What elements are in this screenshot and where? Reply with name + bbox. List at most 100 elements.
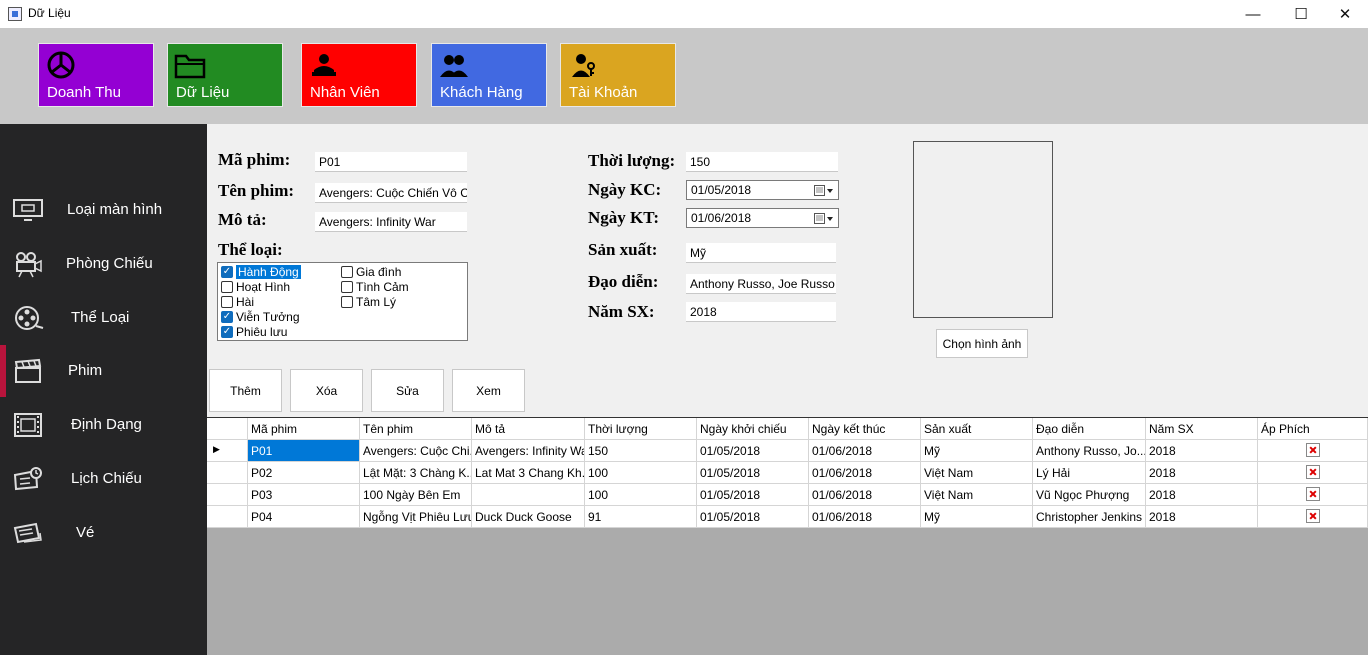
grid-cell[interactable]: 01/06/2018 [809, 484, 921, 506]
minimize-button[interactable]: — [1230, 0, 1276, 28]
sidebar-item-loai-man-hinh[interactable]: Loại màn hình [0, 184, 207, 236]
table-row[interactable]: P03 100 Ngày Bên Em 100 01/05/2018 01/06… [207, 484, 1368, 506]
choose-image-button[interactable]: Chọn hình ảnh [936, 329, 1028, 358]
nam-sx-input[interactable]: 2018 [686, 302, 836, 322]
sidebar-item-ve[interactable]: Vé [0, 507, 207, 559]
grid-cell[interactable]: Lật Mặt: 3 Chàng K... [360, 462, 472, 484]
grid-cell[interactable]: P04 [248, 506, 360, 528]
grid-cell[interactable]: 2018 [1146, 462, 1258, 484]
column-header[interactable]: Ngày kết thúc [809, 418, 921, 440]
grid-cell[interactable]: Vũ Ngọc Phượng [1033, 484, 1146, 506]
genre-checkbox[interactable]: Hoạt Hình [221, 280, 290, 294]
column-header[interactable]: Thời lượng [585, 418, 697, 440]
grid-cell[interactable]: 01/06/2018 [809, 440, 921, 462]
row-header[interactable] [207, 484, 248, 506]
column-header[interactable]: Đạo diễn [1033, 418, 1146, 440]
sidebar-item-phim[interactable]: Phim [0, 345, 207, 397]
column-header[interactable]: Tên phim [360, 418, 472, 440]
ngay-kc-datepicker[interactable]: 01/05/2018 [686, 180, 839, 200]
edit-button[interactable]: Sửa [371, 369, 444, 412]
genre-checkbox[interactable]: Tình Cảm [341, 280, 409, 294]
grid-cell[interactable]: 2018 [1146, 440, 1258, 462]
poster-cell[interactable] [1258, 462, 1368, 484]
grid-cell[interactable]: 100 Ngày Bên Em [360, 484, 472, 506]
column-header[interactable]: Mô tả [472, 418, 585, 440]
grid-cell[interactable]: 91 [585, 506, 697, 528]
grid-cell[interactable]: Christopher Jenkins [1033, 506, 1146, 528]
row-header[interactable]: ▶ [207, 440, 248, 462]
grid-cell[interactable]: Việt Nam [921, 462, 1033, 484]
grid-cell[interactable]: Lý Hải [1033, 462, 1146, 484]
grid-cell[interactable]: 2018 [1146, 484, 1258, 506]
sidebar-item-lich-chieu[interactable]: Lịch Chiếu [0, 453, 207, 505]
grid-cell[interactable]: Mỹ [921, 440, 1033, 462]
grid-cell[interactable]: Việt Nam [921, 484, 1033, 506]
genre-checkbox[interactable]: Viễn Tưởng [221, 310, 300, 324]
column-header[interactable]: Ngày khởi chiếu [697, 418, 809, 440]
add-button[interactable]: Thêm [209, 369, 282, 412]
grid-cell[interactable]: Duck Duck Goose [472, 506, 585, 528]
grid-cell[interactable]: 01/05/2018 [697, 506, 809, 528]
poster-cell[interactable] [1258, 484, 1368, 506]
tile-nhan-vien[interactable]: Nhân Viên [301, 43, 417, 107]
mo-ta-input[interactable]: Avengers: Infinity War [315, 212, 467, 232]
table-row[interactable]: P02 Lật Mặt: 3 Chàng K... Lat Mat 3 Chan… [207, 462, 1368, 484]
ten-phim-input[interactable]: Avengers: Cuộc Chiến Vô Cực [315, 183, 467, 203]
grid-cell[interactable]: Avengers: Infinity War [472, 440, 585, 462]
calendar-dropdown-icon[interactable] [814, 184, 834, 197]
grid-cell[interactable]: 2018 [1146, 506, 1258, 528]
table-row[interactable]: ▶ P01 Avengers: Cuộc Chi... Avengers: In… [207, 440, 1368, 462]
column-header[interactable]: Năm SX [1146, 418, 1258, 440]
row-header[interactable] [207, 506, 248, 528]
grid-cell[interactable]: Mỹ [921, 506, 1033, 528]
grid-cell[interactable]: Anthony Russo, Jo... [1033, 440, 1146, 462]
ma-phim-input[interactable]: P01 [315, 152, 467, 172]
genre-checkbox[interactable]: Tâm Lý [341, 295, 396, 309]
sidebar-item-the-loai[interactable]: Thể Loại [0, 292, 207, 344]
poster-cell[interactable] [1258, 440, 1368, 462]
tile-doanh-thu[interactable]: Doanh Thu [38, 43, 154, 107]
sidebar-item-dinh-dang[interactable]: Định Dạng [0, 399, 207, 451]
grid-cell[interactable]: 01/06/2018 [809, 462, 921, 484]
grid-cell[interactable] [472, 484, 585, 506]
row-header[interactable] [207, 462, 248, 484]
ngay-kt-datepicker[interactable]: 01/06/2018 [686, 208, 839, 228]
genre-checkbox[interactable]: Gia đình [341, 265, 401, 279]
thoi-luong-input[interactable]: 150 [686, 152, 838, 172]
grid-cell[interactable]: P02 [248, 462, 360, 484]
view-button[interactable]: Xem [452, 369, 525, 412]
column-header[interactable]: Mã phim [248, 418, 360, 440]
close-button[interactable]: ✕ [1322, 0, 1368, 28]
genre-checkbox[interactable]: Phiêu lưu [221, 325, 287, 339]
delete-button[interactable]: Xóa [290, 369, 363, 412]
genre-checkbox[interactable]: Hài [221, 295, 254, 309]
tile-du-lieu[interactable]: Dữ Liệu [167, 43, 283, 107]
grid-cell[interactable]: 01/06/2018 [809, 506, 921, 528]
grid-cell[interactable]: 100 [585, 484, 697, 506]
column-header[interactable]: Sản xuất [921, 418, 1033, 440]
genre-checklist[interactable]: Hành Động Hoạt Hình Hài Viễn Tưởng Phiêu… [217, 262, 468, 341]
grid-cell[interactable]: 01/05/2018 [697, 484, 809, 506]
movies-grid[interactable]: Mã phim Tên phim Mô tả Thời lượng Ngày k… [207, 417, 1368, 528]
grid-cell[interactable]: P01 [248, 440, 360, 462]
column-header[interactable]: Áp Phích [1258, 418, 1368, 440]
grid-cell[interactable]: 150 [585, 440, 697, 462]
dao-dien-input[interactable]: Anthony Russo, Joe Russo [686, 274, 836, 294]
genre-checkbox[interactable]: Hành Động [221, 265, 301, 279]
table-row[interactable]: P04 Ngỗng Vịt Phiêu Lưu... Duck Duck Goo… [207, 506, 1368, 528]
grid-cell[interactable]: P03 [248, 484, 360, 506]
grid-cell[interactable]: 100 [585, 462, 697, 484]
grid-cell[interactable]: Lat Mat 3 Chang Kh... [472, 462, 585, 484]
sidebar-item-label: Lịch Chiếu [71, 470, 142, 487]
calendar-dropdown-icon[interactable] [814, 212, 834, 225]
grid-cell[interactable]: 01/05/2018 [697, 462, 809, 484]
san-xuat-input[interactable]: Mỹ [686, 243, 836, 263]
grid-cell[interactable]: Ngỗng Vịt Phiêu Lưu... [360, 506, 472, 528]
poster-cell[interactable] [1258, 506, 1368, 528]
grid-cell[interactable]: 01/05/2018 [697, 440, 809, 462]
sidebar-item-phong-chieu[interactable]: Phòng Chiếu [0, 238, 207, 290]
grid-cell[interactable]: Avengers: Cuộc Chi... [360, 440, 472, 462]
tile-tai-khoan[interactable]: Tài Khoản [560, 43, 676, 107]
maximize-button[interactable]: ☐ [1278, 0, 1324, 28]
tile-khach-hang[interactable]: Khách Hàng [431, 43, 547, 107]
